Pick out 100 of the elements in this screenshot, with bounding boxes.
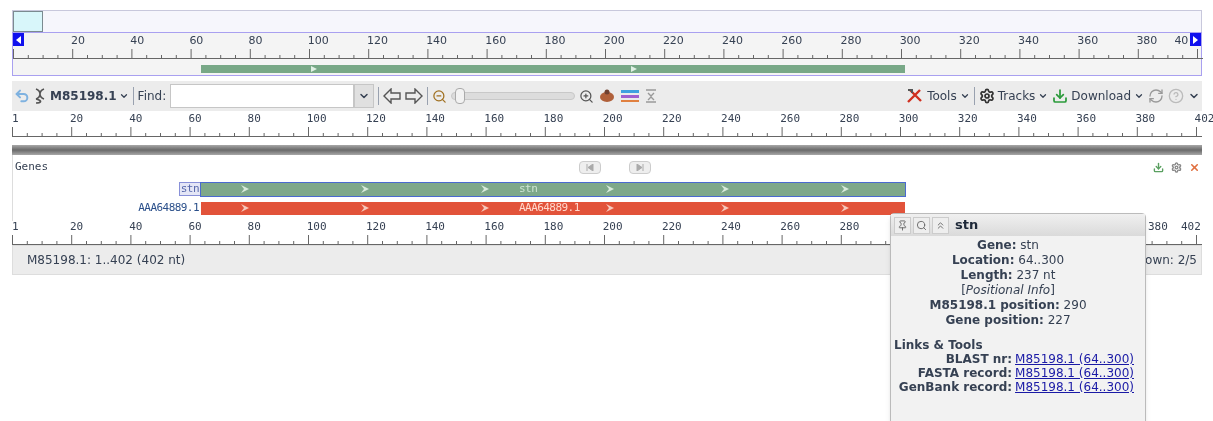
- link-label: FASTA record:: [917, 366, 1013, 380]
- ruler-label: 160: [484, 112, 505, 125]
- popup-field: Location: 64..300: [951, 253, 1065, 268]
- color-bars-icon[interactable]: [620, 89, 641, 103]
- status-shown: own: 2/5: [1145, 252, 1197, 269]
- ruler-label: 260: [781, 34, 803, 47]
- ruler-label: 402: [1194, 112, 1213, 125]
- ruler-label: 200: [602, 220, 623, 233]
- ruler-label: 300: [899, 34, 921, 47]
- download-icon: [1052, 88, 1069, 104]
- zoom-slider-thumb[interactable]: [454, 88, 465, 104]
- popup-field: Gene: stn: [977, 238, 1039, 253]
- popup-field: Length: 237 nt: [960, 268, 1056, 283]
- close-icon[interactable]: [1189, 161, 1200, 173]
- ruler-label: 380: [1136, 34, 1158, 47]
- ruler-label: 200: [603, 34, 625, 47]
- ruler-label: 80: [248, 34, 263, 47]
- ruler-label: 40: [1174, 34, 1189, 47]
- ruler-label: 60: [188, 220, 202, 233]
- ruler-label: 340: [1018, 34, 1039, 47]
- ruler-label: 40: [130, 34, 145, 47]
- ruler-label: 360: [1076, 112, 1097, 125]
- feature-label[interactable]: AAA64889.1: [136, 201, 201, 215]
- ruler-label: 280: [839, 112, 860, 125]
- gear-icon[interactable]: [1171, 161, 1182, 173]
- previous-feature-button[interactable]: [579, 160, 601, 174]
- ruler-label: 40: [129, 112, 143, 125]
- ruler-label: 60: [189, 34, 204, 47]
- arrow-left-icon[interactable]: [383, 88, 402, 104]
- caret-icon: [1134, 91, 1144, 101]
- ruler-label: 120: [365, 220, 386, 233]
- ruler-label: 360: [1077, 34, 1099, 47]
- triangle-right-icon: [1193, 35, 1198, 44]
- ruler-label: 40: [129, 220, 143, 233]
- ruler-label: 120: [366, 34, 388, 47]
- zoom-out-icon[interactable]: [432, 88, 448, 104]
- search-button[interactable]: [913, 216, 930, 234]
- status-location: M85198.1: 1..402 (402 nt): [27, 252, 186, 269]
- pin-icon: [897, 219, 908, 231]
- skip-forward-icon: [636, 163, 644, 171]
- ruler-label: 380: [1135, 112, 1156, 125]
- pin-button[interactable]: [894, 216, 911, 234]
- ruler-label: 402: [1181, 220, 1201, 233]
- scroll-left-button[interactable]: [13, 33, 24, 46]
- ruler-label: 120: [365, 112, 386, 125]
- record-link[interactable]: M85198.1 (64..300): [1015, 380, 1134, 394]
- popup-field: [Positional Info]: [961, 283, 1055, 298]
- popup-field: M85198.1 position: 290: [929, 298, 1087, 313]
- ruler-label: 240: [722, 34, 744, 47]
- ruler-label: 140: [425, 220, 445, 233]
- ruler-label: 240: [721, 112, 741, 125]
- ruler-label: 280: [840, 34, 862, 47]
- collapse-icon[interactable]: [644, 89, 659, 103]
- caret-icon: [959, 91, 970, 101]
- ruler-label: 80: [247, 112, 261, 125]
- record-link[interactable]: M85198.1 (64..300): [1015, 352, 1134, 366]
- ruler-label: 220: [662, 34, 684, 47]
- find-field[interactable]: [170, 84, 355, 108]
- caret-icon: [118, 91, 129, 101]
- popup-field: Gene position: 227: [945, 313, 1071, 328]
- feature-bar-label: AAA64889.1: [519, 202, 580, 214]
- tools-button[interactable]: Tools: [906, 87, 970, 105]
- ruler-label: 260: [780, 112, 801, 125]
- skip-back-icon: [586, 163, 594, 171]
- find-dropdown-button[interactable]: [354, 84, 375, 108]
- double-chevron-up-icon: [935, 219, 946, 231]
- ruler-label: 340: [1017, 112, 1037, 125]
- arrow-right-icon[interactable]: [405, 88, 424, 104]
- ruler-label: 20: [71, 34, 85, 47]
- ruler-label: 260: [780, 220, 801, 233]
- ruler-label: 100: [306, 220, 327, 233]
- ruler-label: 160: [485, 34, 507, 47]
- download-button[interactable]: Download: [1052, 87, 1144, 105]
- ruler-label: 160: [484, 220, 505, 233]
- link-label: BLAST nr:: [945, 352, 1013, 366]
- zoom-in-icon[interactable]: [579, 88, 595, 104]
- collapse-button[interactable]: [932, 216, 949, 234]
- next-feature-button[interactable]: [629, 160, 651, 174]
- ruler-label: 300: [898, 112, 919, 125]
- ruler-label: 280: [839, 220, 860, 233]
- ruler-label: 200: [602, 112, 623, 125]
- ruler-label: 80: [247, 220, 261, 233]
- tracks-button[interactable]: Tracks: [978, 87, 1049, 105]
- ruler-label: 380: [1148, 220, 1168, 233]
- ruler-label: 140: [426, 34, 448, 47]
- ruler-label: 1: [12, 112, 19, 125]
- ruler-label: 180: [543, 220, 564, 233]
- helix-icon[interactable]: [34, 88, 46, 104]
- download-icon[interactable]: [1153, 161, 1164, 173]
- ruler-label: 180: [543, 112, 564, 125]
- feature-label[interactable]: stn: [178, 182, 201, 196]
- scroll-right-button[interactable]: [1190, 33, 1201, 46]
- caret-icon: [1038, 91, 1049, 101]
- refresh-icon[interactable]: [1148, 88, 1164, 104]
- ruler-label: 20: [70, 220, 84, 233]
- links-heading: Links & Tools: [894, 338, 984, 352]
- record-link[interactable]: M85198.1 (64..300): [1015, 366, 1134, 380]
- gear-icon: [978, 88, 995, 104]
- search-icon: [916, 219, 927, 231]
- sequence-dropdown[interactable]: M85198.1: [50, 87, 129, 105]
